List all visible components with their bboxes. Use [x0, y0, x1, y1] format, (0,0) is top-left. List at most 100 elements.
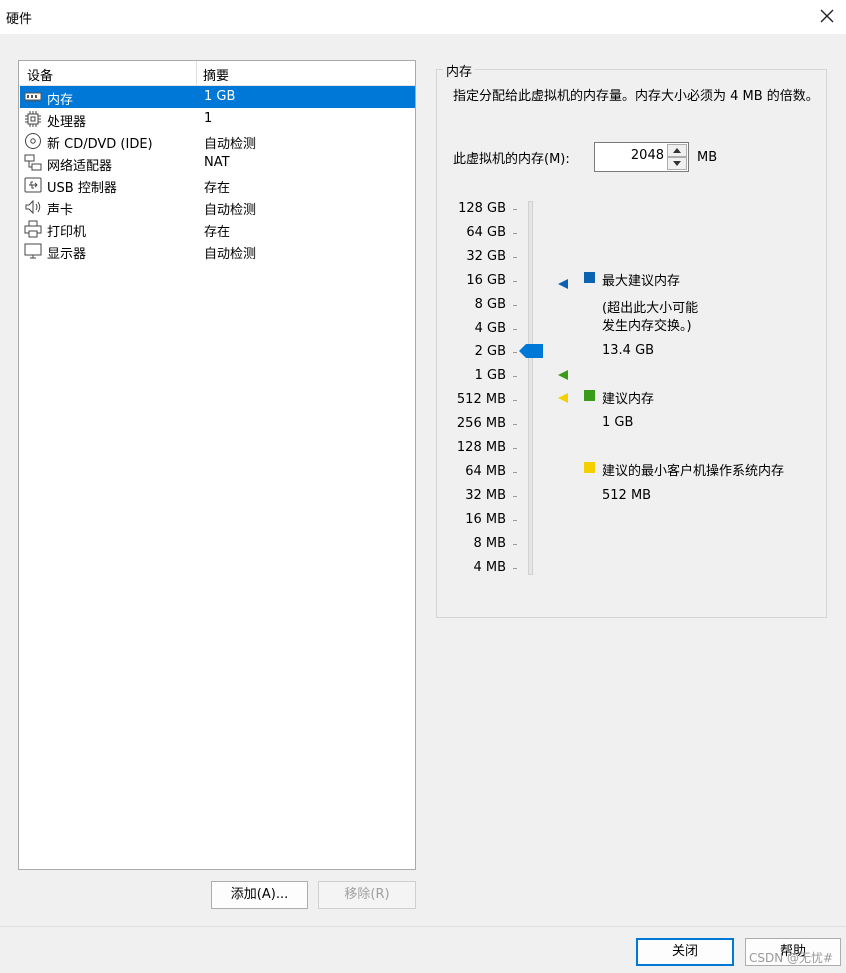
scale-tick	[513, 328, 517, 330]
max-recommended-marker-icon	[558, 279, 568, 289]
recommended-value: 1 GB	[602, 415, 634, 430]
device-row-usb[interactable]: USB 控制器 存在	[20, 174, 415, 196]
column-header-device[interactable]: 设备	[27, 65, 53, 84]
max-recommended-square-icon	[584, 272, 595, 283]
guest-min-marker-icon	[558, 393, 568, 403]
cd-icon	[24, 132, 42, 150]
device-name: 内存	[47, 93, 74, 108]
scale-label: 8 MB	[473, 535, 506, 551]
printer-icon	[24, 220, 42, 238]
close-window-icon[interactable]	[816, 5, 838, 27]
scale-tick	[513, 400, 517, 402]
remove-device-button[interactable]: 移除(R)	[318, 881, 416, 909]
memory-field-label: 此虚拟机的内存(M):	[453, 152, 570, 167]
device-list[interactable]: 设备 摘要 内存 1 GB 处理器 1 新 CD/DVD (IDE) 自动检测 …	[18, 60, 416, 870]
scale-tick	[513, 209, 517, 210]
usb-icon	[24, 176, 42, 194]
scale-tick	[513, 495, 517, 497]
max-recommended-value: 13.4 GB	[602, 343, 655, 358]
scale-tick	[513, 352, 517, 354]
scale-label: 4 GB	[474, 320, 506, 336]
scale-label: 128 GB	[458, 201, 506, 216]
add-device-button[interactable]: 添加(A)...	[211, 881, 308, 909]
device-row-network[interactable]: 网络适配器 NAT	[20, 152, 415, 174]
device-row-display[interactable]: 显示器 自动检测	[20, 240, 415, 262]
scale-label: 64 MB	[465, 463, 506, 479]
close-button[interactable]: 关闭	[636, 938, 734, 966]
scale-tick	[513, 376, 517, 378]
guest-min-square-icon	[584, 462, 595, 473]
network-icon	[24, 154, 42, 172]
memory-slider-track[interactable]	[528, 201, 533, 575]
device-name: USB 控制器	[47, 181, 117, 196]
scale-tick	[513, 256, 517, 258]
scale-tick	[513, 304, 517, 306]
memory-description: 指定分配给此虚拟机的内存量。内存大小必须为 4 MB 的倍数。	[453, 89, 819, 104]
device-summary: 自动检测	[204, 137, 257, 152]
device-name: 处理器	[47, 115, 87, 130]
scale-label: 128 MB	[456, 440, 506, 455]
device-row-printer[interactable]: 打印机 存在	[20, 218, 415, 240]
scale-label: 16 MB	[465, 511, 506, 527]
cpu-icon	[24, 110, 42, 128]
device-row-memory[interactable]: 内存 1 GB	[20, 86, 415, 108]
scale-label: 32 MB	[465, 487, 506, 503]
memory-stepper[interactable]: 2048	[594, 142, 689, 172]
scale-label: 8 GB	[474, 296, 506, 312]
guest-min-title: 建议的最小客户机操作系统内存	[602, 464, 785, 479]
scale-label: 2 GB	[474, 344, 506, 360]
device-name: 网络适配器	[47, 159, 113, 174]
scale-tick	[513, 471, 517, 473]
device-summary: 1 GB	[204, 89, 236, 104]
speaker-icon	[24, 198, 42, 216]
scale-label: 64 GB	[466, 224, 506, 240]
stepper-up-icon[interactable]	[667, 144, 687, 157]
device-name: 打印机	[47, 225, 87, 240]
scale-label: 256 MB	[456, 416, 506, 432]
window-title: 硬件	[6, 12, 33, 27]
memory-unit: MB	[697, 150, 718, 165]
memory-icon	[24, 88, 42, 106]
device-row-processor[interactable]: 处理器 1	[20, 108, 415, 130]
device-name: 新 CD/DVD (IDE)	[47, 137, 153, 152]
scale-label: 1 GB	[474, 368, 506, 384]
device-list-header: 设备 摘要	[19, 61, 415, 86]
device-summary: NAT	[204, 155, 230, 170]
device-summary: 自动检测	[204, 247, 257, 262]
scale-tick	[513, 448, 517, 449]
recommended-square-icon	[584, 390, 595, 401]
device-summary: 自动检测	[204, 203, 257, 218]
column-header-summary[interactable]: 摘要	[203, 65, 229, 84]
scale-tick	[513, 543, 517, 545]
scale-label: 16 GB	[466, 272, 506, 288]
watermark: CSDN @无忧#	[749, 951, 834, 965]
device-name: 声卡	[47, 203, 74, 218]
scale-label: 4 MB	[473, 559, 506, 575]
recommended-title: 建议内存	[602, 392, 655, 407]
device-summary: 存在	[204, 181, 231, 196]
scale-tick	[513, 424, 517, 426]
device-summary: 存在	[204, 225, 231, 240]
recommended-marker-icon	[558, 370, 568, 380]
scale-tick	[513, 567, 517, 569]
device-row-cd-dvd[interactable]: 新 CD/DVD (IDE) 自动检测	[20, 130, 415, 152]
column-separator[interactable]	[196, 61, 197, 85]
title-bar: 硬件	[0, 0, 846, 34]
memory-group-title: 内存	[443, 61, 476, 80]
memory-input[interactable]: 2048	[631, 148, 664, 163]
device-row-sound[interactable]: 声卡 自动检测	[20, 196, 415, 218]
scale-tick	[513, 519, 517, 521]
max-recommended-title: 最大建议内存	[602, 274, 681, 289]
scale-tick	[513, 280, 517, 282]
guest-min-value: 512 MB	[602, 488, 652, 503]
memory-slider-thumb[interactable]	[519, 344, 543, 358]
device-summary: 1	[204, 111, 213, 126]
scale-label: 32 GB	[466, 248, 506, 264]
monitor-icon	[24, 242, 42, 260]
max-recommended-note: (超出此大小可能	[602, 301, 699, 316]
device-name: 显示器	[47, 247, 87, 262]
max-recommended-note: 发生内存交换。)	[602, 319, 692, 334]
scale-tick	[513, 232, 517, 234]
scale-label: 512 MB	[456, 392, 506, 408]
stepper-down-icon[interactable]	[667, 157, 687, 170]
